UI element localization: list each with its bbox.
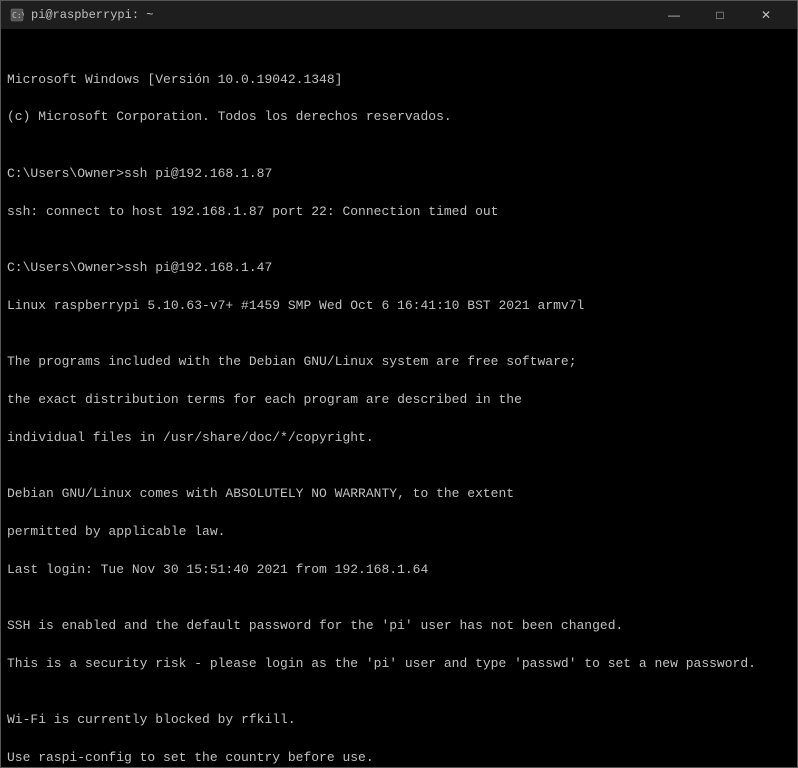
terminal-output[interactable]: Microsoft Windows [Versión 10.0.19042.13…	[1, 29, 797, 767]
minimize-button[interactable]: —	[651, 1, 697, 29]
terminal-line: permitted by applicable law.	[7, 523, 791, 542]
terminal-line: Microsoft Windows [Versión 10.0.19042.13…	[7, 71, 791, 90]
title-bar-left: C:\ pi@raspberrypi: ~	[9, 7, 153, 23]
terminal-line: The programs included with the Debian GN…	[7, 353, 791, 372]
title-bar: C:\ pi@raspberrypi: ~ — □ ✕	[1, 1, 797, 29]
terminal-line: Linux raspberrypi 5.10.63-v7+ #1459 SMP …	[7, 297, 791, 316]
terminal-line: Last login: Tue Nov 30 15:51:40 2021 fro…	[7, 561, 791, 580]
terminal-line: the exact distribution terms for each pr…	[7, 391, 791, 410]
svg-text:C:\: C:\	[12, 11, 24, 20]
terminal-line: (c) Microsoft Corporation. Todos los der…	[7, 108, 791, 127]
terminal-line: SSH is enabled and the default password …	[7, 617, 791, 636]
terminal-line: ssh: connect to host 192.168.1.87 port 2…	[7, 203, 791, 222]
terminal-line: C:\Users\Owner>ssh pi@192.168.1.47	[7, 259, 791, 278]
window-title: pi@raspberrypi: ~	[31, 8, 153, 22]
terminal-window: C:\ pi@raspberrypi: ~ — □ ✕ Microsoft Wi…	[0, 0, 798, 768]
maximize-button[interactable]: □	[697, 1, 743, 29]
window-controls: — □ ✕	[651, 1, 789, 29]
terminal-line: This is a security risk - please login a…	[7, 655, 791, 674]
terminal-line: Debian GNU/Linux comes with ABSOLUTELY N…	[7, 485, 791, 504]
terminal-line: Wi-Fi is currently blocked by rfkill.	[7, 711, 791, 730]
terminal-line: Use raspi-config to set the country befo…	[7, 749, 791, 767]
close-button[interactable]: ✕	[743, 1, 789, 29]
terminal-line: C:\Users\Owner>ssh pi@192.168.1.87	[7, 165, 791, 184]
terminal-line: individual files in /usr/share/doc/*/cop…	[7, 429, 791, 448]
terminal-icon: C:\	[9, 7, 25, 23]
